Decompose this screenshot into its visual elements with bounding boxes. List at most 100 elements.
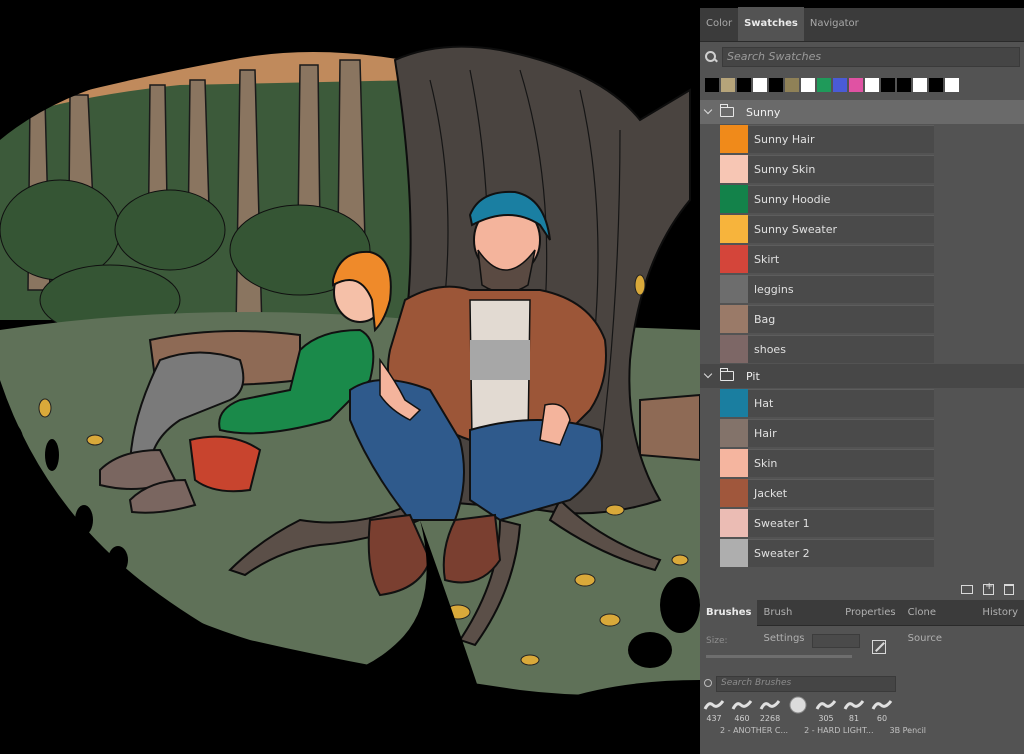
swatch-color-chip[interactable] <box>720 479 748 507</box>
brush-search-input[interactable]: Search Brushes <box>716 676 896 692</box>
brush-preset[interactable]: 81 <box>842 696 866 726</box>
swatch-item[interactable]: Sweater 2 <box>700 538 1024 568</box>
tab-brushes[interactable]: Brushes <box>700 599 758 626</box>
size-field[interactable] <box>812 634 860 648</box>
swatch-color-chip[interactable] <box>720 245 748 273</box>
brush-size-row: Size: <box>700 626 1024 660</box>
swatch-group-pit[interactable]: Pit <box>700 364 1024 388</box>
recent-color-swatch[interactable] <box>897 78 911 92</box>
swatch-name: Skirt <box>748 245 934 273</box>
swatch-group-sunny[interactable]: Sunny <box>700 100 1024 124</box>
recent-color-swatch[interactable] <box>881 78 895 92</box>
tab-navigator[interactable]: Navigator <box>804 7 865 41</box>
recent-color-swatch[interactable] <box>929 78 943 92</box>
recent-color-swatch[interactable] <box>801 78 815 92</box>
brush-size-label: 81 <box>848 714 860 723</box>
chevron-down-icon[interactable] <box>704 107 714 117</box>
brush-preset[interactable]: 305 <box>814 696 838 726</box>
swatch-name: Skin <box>748 449 934 477</box>
swatch-item[interactable]: shoes <box>700 334 1024 364</box>
swatch-panel-footer <box>700 578 1024 600</box>
recent-color-swatch[interactable] <box>913 78 927 92</box>
brush-thumbnail-icon <box>702 696 726 714</box>
swatch-name: shoes <box>748 335 934 363</box>
brush-preset[interactable]: 2268 <box>758 696 782 726</box>
swatch-color-chip[interactable] <box>720 509 748 537</box>
swatch-color-chip[interactable] <box>720 449 748 477</box>
recent-color-swatch[interactable] <box>833 78 847 92</box>
swatch-item[interactable]: Sunny Sweater <box>700 214 1024 244</box>
swatch-color-chip[interactable] <box>720 389 748 417</box>
new-swatch-icon[interactable] <box>983 581 994 595</box>
brush-size-label: 2268 <box>759 714 781 723</box>
recent-color-swatch[interactable] <box>737 78 751 92</box>
swatch-item[interactable]: Skirt <box>700 244 1024 274</box>
search-icon[interactable] <box>704 50 718 64</box>
brush-preset[interactable]: 437 <box>702 696 726 726</box>
swatch-item[interactable]: Sweater 1 <box>700 508 1024 538</box>
brush-thumbnail-icon <box>730 696 754 714</box>
swatch-item[interactable]: Sunny Hair <box>700 124 1024 154</box>
swatch-search-input[interactable]: Search Swatches <box>722 47 1020 67</box>
brush-name-label: 2 - ANOTHER C... <box>720 726 789 735</box>
recent-color-swatch[interactable] <box>865 78 879 92</box>
recent-colors <box>700 72 1024 98</box>
swatch-name: Bag <box>748 305 934 333</box>
trash-icon[interactable] <box>1004 583 1014 595</box>
tab-swatches[interactable]: Swatches <box>738 7 804 41</box>
recent-color-swatch[interactable] <box>769 78 783 92</box>
recent-color-swatch[interactable] <box>721 78 735 92</box>
swatch-name: Hat <box>748 389 934 417</box>
new-group-icon[interactable] <box>961 584 973 594</box>
swatch-name: Sunny Hair <box>748 125 934 153</box>
swatch-group-label: Sunny <box>746 105 781 119</box>
swatch-color-chip[interactable] <box>720 335 748 363</box>
brush-size-label: 460 <box>734 714 750 723</box>
swatch-color-chip[interactable] <box>720 215 748 243</box>
tab-color[interactable]: Color <box>700 7 738 41</box>
recent-color-swatch[interactable] <box>753 78 767 92</box>
swatch-name: Sweater 2 <box>748 539 934 567</box>
brush-thumbnail-icon <box>814 696 838 714</box>
recent-color-swatch[interactable] <box>785 78 799 92</box>
recent-color-swatch[interactable] <box>945 78 959 92</box>
swatch-item[interactable]: Hair <box>700 418 1024 448</box>
swatch-list: Sunny Sunny Hair Sunny Skin Sunny Hoodie Sun… <box>700 100 1024 586</box>
swatch-color-chip[interactable] <box>720 125 748 153</box>
chevron-down-icon[interactable] <box>704 371 714 381</box>
swatch-item[interactable]: Sunny Skin <box>700 154 1024 184</box>
folder-icon <box>719 368 734 381</box>
tab-clone-source[interactable]: Clone Source <box>902 600 977 644</box>
brush-preset[interactable] <box>786 696 810 726</box>
swatch-color-chip[interactable] <box>720 419 748 447</box>
tab-brush-settings[interactable]: Brush Settings <box>757 600 839 644</box>
swatch-color-chip[interactable] <box>720 275 748 303</box>
tab-properties[interactable]: Properties <box>839 600 902 626</box>
swatch-name: Sunny Hoodie <box>748 185 934 213</box>
swatches-panel: Color Swatches Navigator Search Swatches… <box>700 7 1024 600</box>
swatch-item[interactable]: Skin <box>700 448 1024 478</box>
swatch-search-row: Search Swatches <box>700 42 1024 72</box>
swatch-group-label: Pit <box>746 369 760 383</box>
brush-preset[interactable]: 460 <box>730 696 754 726</box>
brush-preset[interactable]: 60 <box>870 696 894 726</box>
recent-color-swatch[interactable] <box>705 78 719 92</box>
swatch-item[interactable]: Bag <box>700 304 1024 334</box>
swatch-item[interactable]: Jacket <box>700 478 1024 508</box>
size-slider[interactable] <box>706 655 852 658</box>
recent-color-swatch[interactable] <box>817 78 831 92</box>
swatch-color-chip[interactable] <box>720 185 748 213</box>
panel-tabs: Color Swatches Navigator <box>700 7 1024 42</box>
swatch-name: Sweater 1 <box>748 509 934 537</box>
swatch-item[interactable]: Sunny Hoodie <box>700 184 1024 214</box>
brush-preview-icon[interactable] <box>872 640 886 654</box>
swatch-color-chip[interactable] <box>720 539 748 567</box>
swatch-item[interactable]: leggins <box>700 274 1024 304</box>
recent-color-swatch[interactable] <box>849 78 863 92</box>
brush-search-icon <box>704 679 714 689</box>
tab-history[interactable]: History <box>976 600 1024 626</box>
swatch-color-chip[interactable] <box>720 155 748 183</box>
swatch-item[interactable]: Hat <box>700 388 1024 418</box>
artwork-canvas[interactable] <box>0 0 700 754</box>
swatch-color-chip[interactable] <box>720 305 748 333</box>
